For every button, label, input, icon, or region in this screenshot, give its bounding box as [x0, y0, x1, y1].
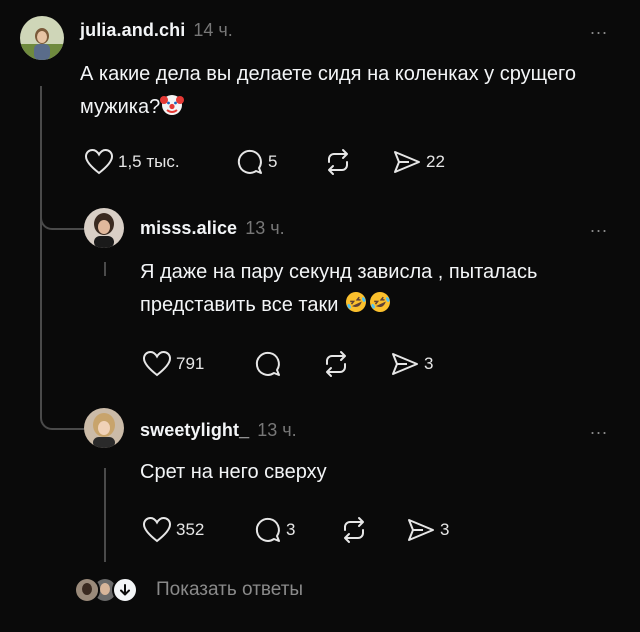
comment-text-body: А какие дела вы делаете сидя на коленках…: [80, 63, 576, 118]
thread-elbow-1: [40, 186, 86, 230]
comment-text: Я даже на пару секунд зависла , пыталась…: [140, 256, 610, 322]
share-count: 22: [426, 152, 445, 171]
thread-elbow-2: [40, 384, 86, 430]
avatar-image: [76, 579, 98, 601]
repost-button[interactable]: [322, 350, 350, 378]
reply-button[interactable]: 3: [254, 516, 295, 544]
username[interactable]: julia.and.chi: [80, 20, 185, 41]
avatar: [74, 577, 100, 603]
show-replies-label[interactable]: Показать ответы: [156, 579, 303, 601]
share-count: 3: [440, 520, 450, 539]
share-button[interactable]: 3: [390, 350, 433, 378]
username[interactable]: misss.alice: [140, 218, 237, 239]
avatar-image: [84, 208, 124, 248]
arrow-down-icon: [120, 584, 130, 596]
like-button[interactable]: 791: [142, 350, 204, 378]
reply-count: 3: [286, 520, 296, 539]
more-options-icon[interactable]: ...: [590, 18, 608, 39]
share-button[interactable]: 3: [406, 516, 449, 544]
repost-icon: [326, 351, 346, 377]
like-button[interactable]: 352: [142, 516, 204, 544]
like-button[interactable]: 1,5 тыс.: [84, 148, 180, 176]
clown-face-icon: [160, 95, 185, 115]
reply-button[interactable]: 5: [236, 148, 277, 176]
avatar[interactable]: [20, 16, 64, 60]
send-icon: [408, 519, 434, 541]
reply-button[interactable]: [254, 350, 282, 378]
timestamp: 14 ч.: [193, 20, 233, 40]
comment-text-body: Срет на него сверху: [140, 461, 327, 483]
repost-button[interactable]: [324, 148, 352, 176]
thread-line-reply-1: [104, 262, 106, 276]
rolling-laughing-face-icon: [369, 292, 390, 312]
timestamp: 13 ч.: [257, 420, 297, 440]
reply-count: 5: [268, 152, 278, 171]
share-count: 3: [424, 354, 434, 373]
heart-icon: [142, 516, 172, 543]
avatar[interactable]: [84, 208, 124, 248]
more-options-icon[interactable]: ...: [590, 216, 608, 237]
heart-icon: [142, 350, 172, 377]
show-replies-row[interactable]: Показать ответы: [74, 576, 303, 604]
comment-text: А какие дела вы делаете сидя на коленках…: [80, 58, 600, 124]
repost-icon: [344, 517, 364, 543]
send-icon: [394, 151, 420, 173]
thread-line-main: [40, 86, 42, 408]
like-count: 352: [176, 520, 205, 539]
comment-icon: [237, 149, 262, 174]
expand-replies-icon[interactable]: [112, 577, 138, 603]
share-button[interactable]: 22: [392, 148, 445, 176]
like-count: 791: [176, 354, 205, 373]
comment-icon: [255, 517, 280, 542]
more-options-icon[interactable]: ...: [590, 418, 608, 439]
timestamp: 13 ч.: [245, 218, 285, 238]
repost-button[interactable]: [340, 516, 368, 544]
heart-icon: [84, 148, 114, 175]
comment-text-body: Я даже на пару секунд зависла , пыталась…: [140, 261, 538, 316]
send-icon: [392, 353, 418, 375]
avatar-image: [84, 408, 124, 448]
avatar-image: [20, 16, 64, 60]
comment-text: Срет на него сверху: [140, 456, 610, 489]
thread-line-reply-2: [104, 468, 106, 562]
rolling-laughing-face-icon: [345, 292, 366, 312]
repost-icon: [328, 149, 348, 175]
avatar[interactable]: [84, 408, 124, 448]
username[interactable]: sweetylight_: [140, 420, 249, 441]
like-count: 1,5 тыс.: [118, 152, 180, 171]
comment-icon: [255, 351, 280, 376]
